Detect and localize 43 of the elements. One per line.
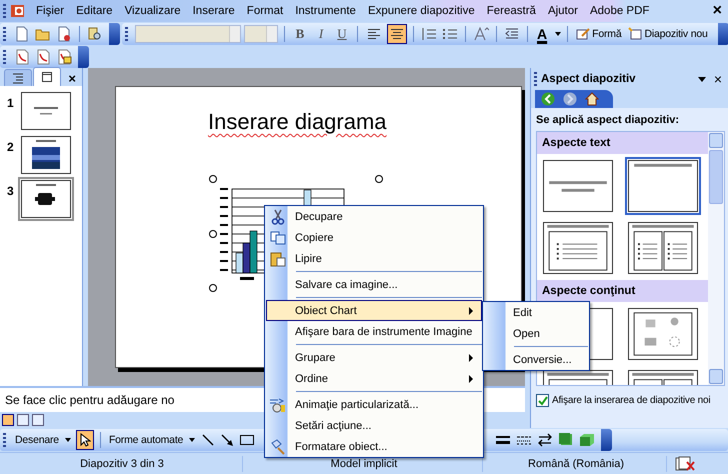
close-button[interactable]: ×: [706, 2, 728, 20]
context-menu-item[interactable]: Ordine: [266, 368, 482, 389]
slide-number: 1: [7, 96, 15, 110]
menu-item[interactable]: Expunere diapozitive: [362, 5, 481, 17]
menu-item[interactable]: Fişier: [30, 5, 70, 17]
context-menu-item[interactable]: Decupare: [266, 206, 482, 227]
slide-title[interactable]: Inserare diagrama: [208, 109, 387, 135]
status-text: Română (România): [486, 456, 667, 472]
context-menu-item[interactable]: Afişare bara de instrumente Imagine: [266, 321, 482, 342]
show-on-insert-checkbox[interactable]: Afişare la inserarea de diapozitive noi: [536, 394, 725, 407]
submenu-item[interactable]: Open: [484, 323, 588, 344]
bold-button[interactable]: B: [291, 26, 309, 42]
context-menu-item[interactable]: Setări acţiune...: [266, 415, 482, 436]
menu-item[interactable]: Editare: [70, 5, 119, 17]
slide-number: 2: [7, 140, 15, 154]
context-menu-item[interactable]: Lipire: [266, 248, 482, 269]
autoshapes-menu-button[interactable]: Forme automate: [106, 434, 198, 446]
slide-number: 3: [7, 184, 15, 198]
menu-item[interactable]: Inserare: [186, 5, 241, 17]
font-color-button[interactable]: A: [534, 26, 550, 42]
close-button[interactable]: ×: [68, 71, 76, 86]
gallery-section-header: Aspecte text: [537, 132, 708, 154]
close-button[interactable]: ×: [714, 71, 722, 87]
shape-button[interactable]: Formă: [574, 26, 624, 40]
menu-item[interactable]: Ajutor: [542, 5, 584, 17]
task-pane-title: Aspect diapozitiv: [541, 73, 636, 85]
context-menu-item[interactable]: Copiere: [266, 227, 482, 248]
notes-placeholder: Se face clic pentru adăugare no: [5, 393, 174, 407]
menu-item[interactable]: Vizualizare: [118, 5, 187, 17]
menu-item[interactable]: Instrumente: [289, 5, 362, 17]
context-menu-item[interactable]: Obiect Chart: [266, 295, 482, 321]
gallery-section-header: Aspecte conţinut: [537, 280, 708, 302]
menu-item[interactable]: Format: [240, 5, 290, 17]
italic-button[interactable]: I: [312, 26, 330, 42]
draw-menu-button[interactable]: Desenare: [13, 434, 73, 446]
context-menu-item[interactable]: Formatare obiect...: [266, 436, 482, 457]
new-slide-button[interactable]: Diapozitiv nou: [626, 26, 710, 40]
menu-item[interactable]: Fereastră: [480, 5, 542, 17]
underline-button[interactable]: U: [333, 26, 351, 42]
status-text: Diapozitiv 3 din 3: [2, 456, 243, 472]
section-heading: Se aplică aspect diapozitiv:: [536, 114, 680, 126]
submenu-item[interactable]: Edit: [484, 302, 588, 323]
menu-item[interactable]: Adobe PDF: [584, 5, 656, 17]
